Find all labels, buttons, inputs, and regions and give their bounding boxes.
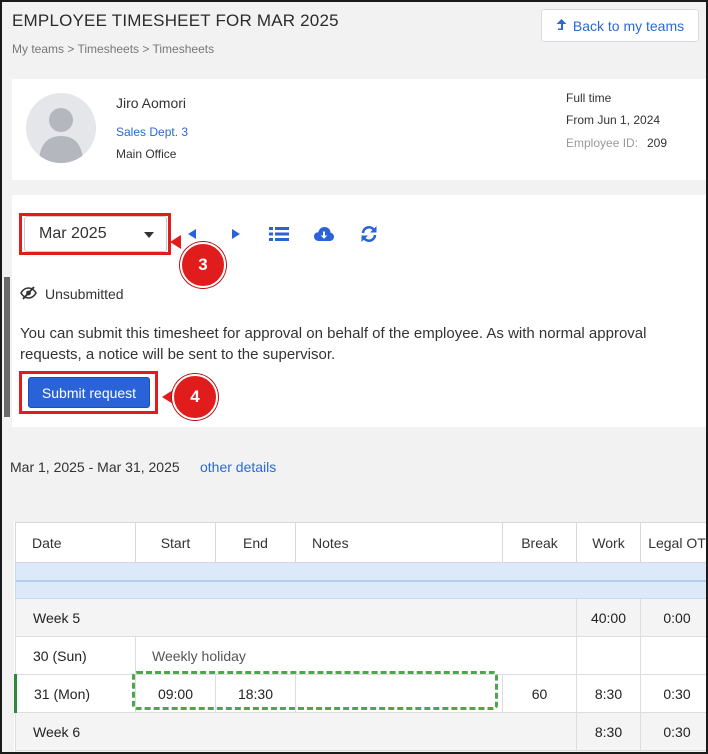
table-row-week-6[interactable]: Week 6 8:30 0:30 bbox=[15, 712, 706, 751]
timesheet-period: Mar 1, 2025 - Mar 31, 2025 bbox=[10, 459, 180, 475]
week-work-total: 8:30 bbox=[576, 712, 641, 751]
callout-number-4: 4 bbox=[172, 374, 218, 420]
submit-instructions-line2: requests, a notice will be sent to the s… bbox=[20, 346, 336, 363]
date-cell: 30 (Sun) bbox=[15, 636, 136, 675]
submit-instructions-line1: You can submit this timesheet for approv… bbox=[20, 325, 647, 342]
employee-name: Jiro Aomori bbox=[116, 95, 187, 111]
legal-ot-cell: 0:30 bbox=[640, 674, 706, 713]
column-header-notes[interactable]: Notes bbox=[295, 522, 503, 563]
employee-id-label: Employee ID: bbox=[566, 136, 639, 150]
date-cell: 31 (Mon) bbox=[14, 674, 136, 713]
work-cell: 8:30 bbox=[576, 674, 641, 713]
week-work-total: 40:00 bbox=[576, 598, 641, 637]
callout-number-3: 3 bbox=[180, 242, 226, 288]
next-month-icon[interactable] bbox=[226, 224, 246, 244]
column-header-date[interactable]: Date bbox=[15, 522, 136, 563]
refresh-icon[interactable] bbox=[359, 224, 379, 244]
band-divider bbox=[16, 580, 706, 582]
week-label: Week 6 bbox=[15, 712, 577, 751]
person-icon bbox=[39, 108, 83, 163]
back-to-teams-button[interactable]: Back to my teams bbox=[541, 9, 699, 42]
column-header-legal-ot[interactable]: Legal OT bbox=[640, 522, 706, 563]
employee-department-link[interactable]: Sales Dept. 3 bbox=[116, 125, 188, 139]
week-label: Week 5 bbox=[15, 598, 577, 637]
legal-ot-cell bbox=[640, 636, 706, 675]
timesheet-screen: EMPLOYEE TIMESHEET FOR MAR 2025 My teams… bbox=[0, 0, 708, 754]
work-cell bbox=[576, 636, 641, 675]
employee-office: Main Office bbox=[116, 147, 177, 161]
breadcrumb[interactable]: My teams > Timesheets > Timesheets bbox=[12, 42, 214, 56]
employment-type: Full time bbox=[566, 91, 612, 105]
table-scroll-band-cell bbox=[15, 562, 706, 599]
table-scroll-band bbox=[15, 562, 706, 599]
break-cell[interactable]: 60 bbox=[502, 674, 577, 713]
avatar bbox=[26, 93, 96, 163]
page-title: EMPLOYEE TIMESHEET FOR MAR 2025 bbox=[12, 11, 339, 30]
column-header-end[interactable]: End bbox=[215, 522, 296, 563]
employment-start-date: From Jun 1, 2024 bbox=[566, 113, 661, 127]
table-header-row: Date Start End Notes Break Work Legal OT bbox=[15, 522, 706, 563]
cloud-download-icon[interactable] bbox=[314, 224, 334, 244]
callout-3-pointer bbox=[170, 235, 181, 249]
table-row-week-5[interactable]: Week 5 40:00 0:00 bbox=[15, 598, 706, 637]
annotation-highlight-select bbox=[19, 213, 171, 255]
employee-card: Jiro Aomori Sales Dept. 3 Main Office Fu… bbox=[12, 79, 706, 180]
column-header-work[interactable]: Work bbox=[576, 522, 641, 563]
week-legal-ot-total: 0:30 bbox=[640, 712, 706, 751]
employee-id-value: 209 bbox=[647, 136, 668, 150]
other-details-link[interactable]: other details bbox=[200, 459, 276, 475]
week-legal-ot-total: 0:00 bbox=[640, 598, 706, 637]
column-header-break[interactable]: Break bbox=[502, 522, 577, 563]
annotation-highlight-submit bbox=[19, 371, 158, 414]
page-scroll-indicator[interactable] bbox=[4, 277, 10, 417]
arrow-up-icon bbox=[556, 18, 567, 30]
list-icon[interactable] bbox=[269, 224, 289, 244]
timesheet-control-panel: Mar 2025 Unsubmitted You can submit this… bbox=[12, 195, 706, 427]
submission-status: Unsubmitted bbox=[45, 286, 124, 302]
column-header-start[interactable]: Start bbox=[135, 522, 216, 563]
submit-instructions: You can submit this timesheet for approv… bbox=[20, 323, 706, 365]
timesheet-table: Date Start End Notes Break Work Legal OT… bbox=[14, 522, 706, 751]
holiday-note: Weekly holiday bbox=[135, 636, 577, 675]
previous-month-icon[interactable] bbox=[182, 224, 202, 244]
back-to-teams-label: Back to my teams bbox=[572, 17, 685, 34]
eye-slash-icon bbox=[20, 286, 37, 300]
table-row-30-sun[interactable]: 30 (Sun) Weekly holiday bbox=[15, 636, 706, 675]
annotation-highlight-time-entry bbox=[132, 671, 498, 710]
